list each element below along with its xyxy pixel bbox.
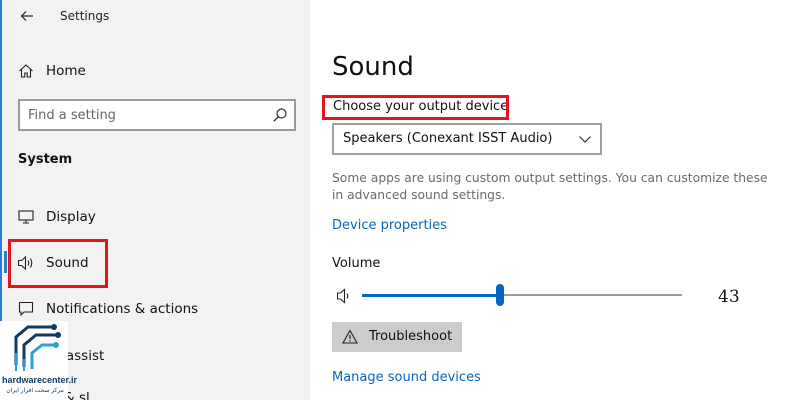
volume-slider-thumb[interactable] xyxy=(495,284,504,306)
troubleshoot-label: Troubleshoot xyxy=(369,329,453,344)
app-title: Settings xyxy=(60,9,110,23)
volume-label: Volume xyxy=(332,256,381,271)
watermark-logo: hardwarecenter.ir مرکز سخت افزار ایران xyxy=(0,321,78,400)
search-input[interactable] xyxy=(28,106,268,124)
main-content: Sound Choose your output device Speakers… xyxy=(310,0,800,400)
watermark-name: hardwarecenter.ir xyxy=(2,375,78,385)
home-icon xyxy=(16,61,36,81)
page-title: Sound xyxy=(332,52,414,82)
search-box[interactable] xyxy=(18,99,296,131)
notifications-icon xyxy=(16,299,36,319)
back-button[interactable] xyxy=(14,4,40,28)
nav-home[interactable]: Home xyxy=(2,51,310,91)
custom-output-info: Some apps are using custom output settin… xyxy=(332,171,768,202)
speaker-icon xyxy=(16,253,36,273)
volume-value: 43 xyxy=(718,287,740,307)
back-arrow-icon xyxy=(20,11,33,21)
sidebar-item-label: Display xyxy=(46,209,96,225)
device-properties-link[interactable]: Device properties xyxy=(332,218,447,233)
watermark-subtitle: مرکز سخت افزار ایران xyxy=(6,388,64,394)
section-title: System xyxy=(18,152,73,167)
output-device-value: Speakers (Conexant ISST Audio) xyxy=(343,131,553,146)
volume-slider-fill xyxy=(362,293,500,297)
output-device-label: Choose your output device xyxy=(333,99,509,114)
display-icon xyxy=(16,207,36,227)
nav-home-label: Home xyxy=(46,63,86,79)
sidebar-item-label: Notifications & actions xyxy=(46,301,199,317)
troubleshoot-button[interactable]: Troubleshoot xyxy=(332,322,462,352)
sidebar-item-label: Sound xyxy=(46,255,89,271)
volume-speaker-icon[interactable] xyxy=(336,287,356,305)
chevron-down-icon xyxy=(579,136,591,143)
circuit-logo-icon xyxy=(14,324,61,371)
manage-sound-devices-link[interactable]: Manage sound devices xyxy=(332,370,481,385)
volume-slider[interactable] xyxy=(362,284,682,306)
sidebar-item-sound[interactable]: Sound xyxy=(2,243,310,283)
output-device-dropdown[interactable]: Speakers (Conexant ISST Audio) xyxy=(332,123,602,155)
warning-icon xyxy=(342,329,358,344)
title-bar: Settings xyxy=(2,0,310,34)
search-icon[interactable] xyxy=(272,107,288,123)
sidebar-item-display[interactable]: Display xyxy=(2,197,310,237)
